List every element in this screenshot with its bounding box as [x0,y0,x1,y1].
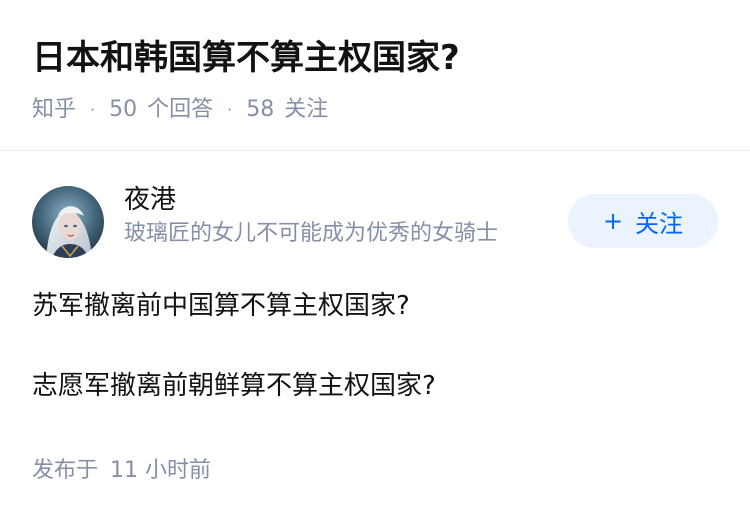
posted-label: 发布于 [32,458,99,483]
author-bio: 玻璃匠的女儿不可能成为优秀的女骑士 [124,221,499,246]
followers-label: 关注 [284,97,329,122]
follow-button-label: 关注 [635,209,684,238]
avatar[interactable] [32,186,104,258]
author-row: 夜港 玻璃匠的女儿不可能成为优秀的女骑士 + 关注 [32,185,718,258]
divider [0,150,750,151]
separator-dot: · [227,100,233,119]
author-name[interactable]: 夜港 [124,182,544,218]
source-label: 知乎 [32,97,77,122]
answer-card: 夜港 玻璃匠的女儿不可能成为优秀的女骑士 + 关注 苏军撤离前中国算不算主权国家… [32,185,718,406]
plus-icon: + [602,207,624,235]
question-title[interactable]: 日本和韩国算不算主权国家? [32,32,718,84]
answers-label: 个回答 [147,97,214,122]
separator-dot: · [90,100,96,119]
followers-count-link[interactable]: 58 关注 [246,94,328,126]
answer-paragraph: 志愿军撤离前朝鲜算不算主权国家? [32,371,436,401]
posted-time: 11 小时前 [110,458,212,483]
answers-count-link[interactable]: 50 个回答 [109,94,213,126]
author-info: 夜港 玻璃匠的女儿不可能成为优秀的女骑士 [124,182,544,250]
answer-content[interactable]: 苏军撤离前中国算不算主权国家? 志愿军撤离前朝鲜算不算主权国家? [32,286,718,406]
avatar-image [32,186,104,258]
question-meta: 知乎 · 50 个回答 · 58 关注 [32,94,718,126]
follow-button[interactable]: + 关注 [568,194,718,248]
post-time: 发布于 11 小时前 [32,454,211,488]
answers-count: 50 [109,97,138,122]
answer-paragraph: 苏军撤离前中国算不算主权国家? [32,291,410,321]
followers-count: 58 [246,97,275,122]
question-header: 日本和韩国算不算主权国家? 知乎 · 50 个回答 · 58 关注 [32,32,718,126]
page: 日本和韩国算不算主权国家? 知乎 · 50 个回答 · 58 关注 夜港 玻璃匠… [0,0,750,522]
